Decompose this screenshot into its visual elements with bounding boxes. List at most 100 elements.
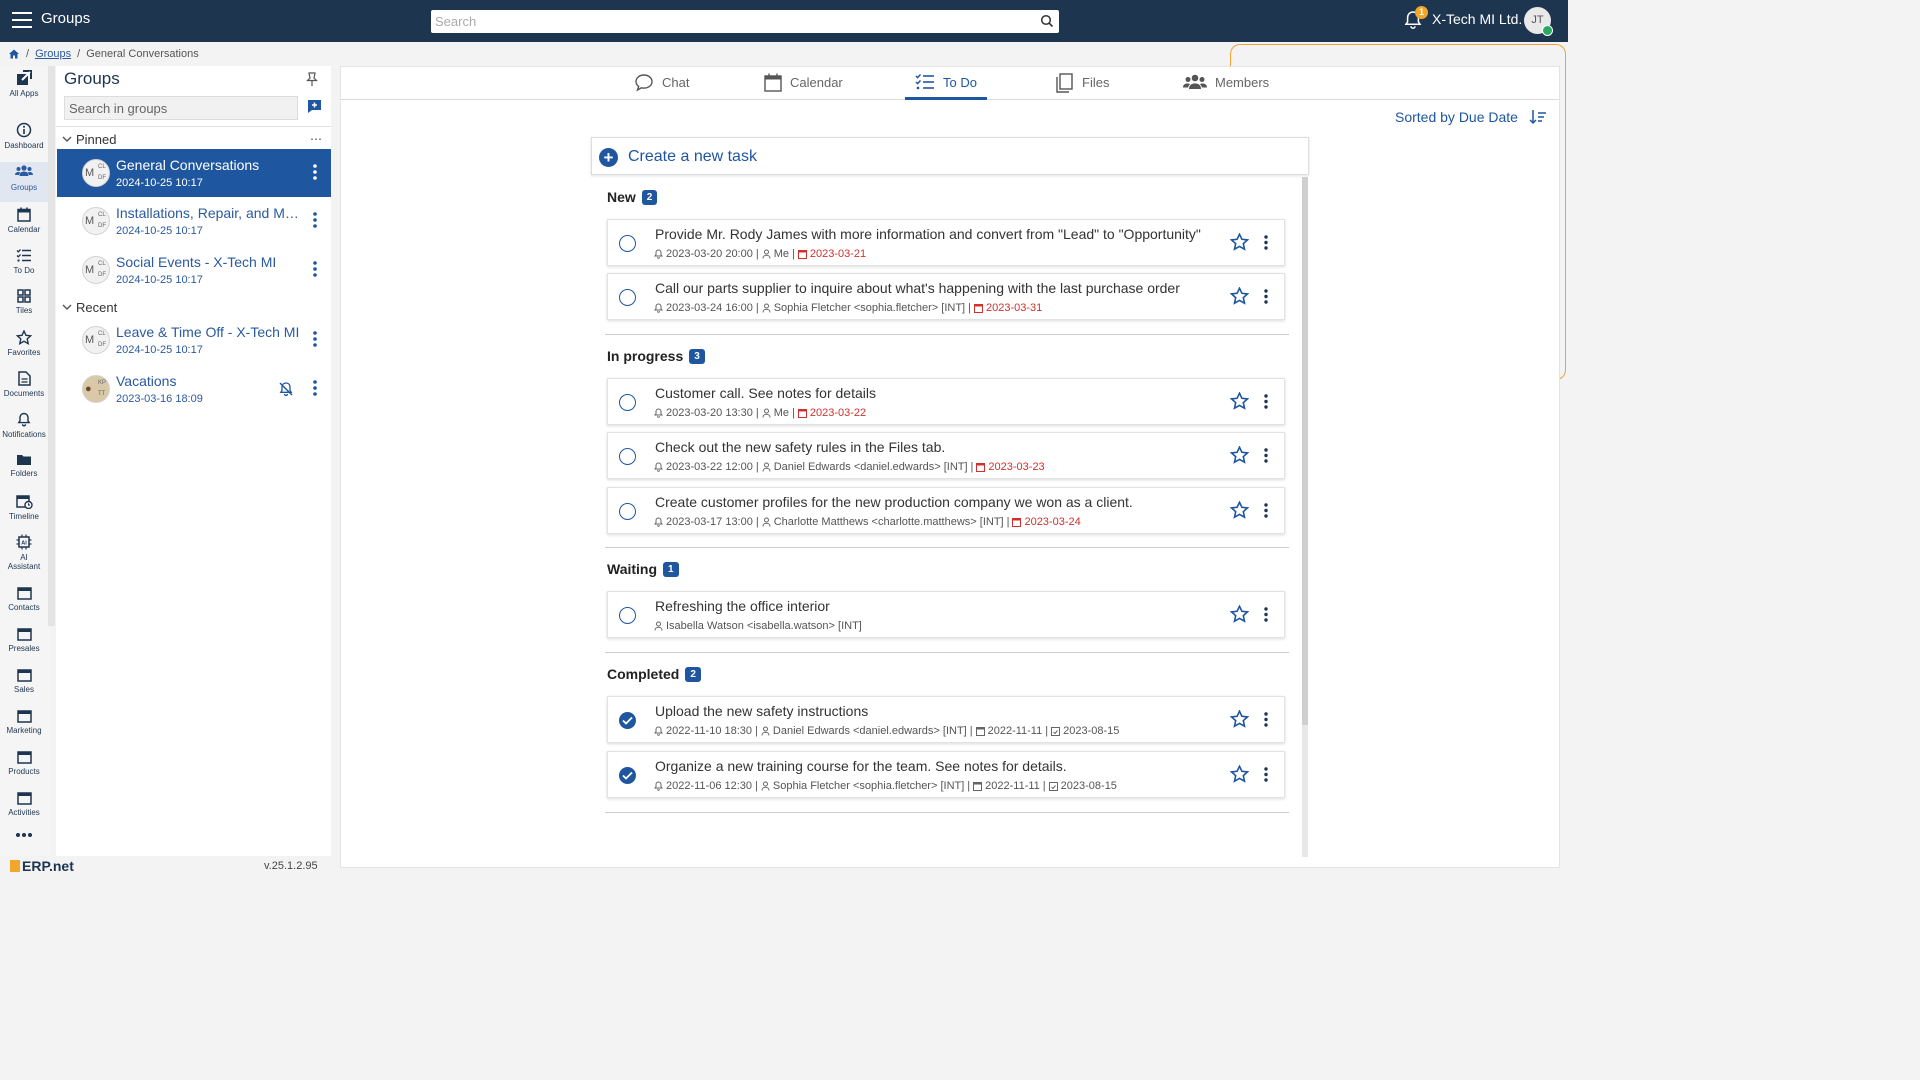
kebab-menu-icon[interactable] <box>1264 235 1268 250</box>
tab-calendar[interactable]: Calendar <box>754 73 853 100</box>
task-card[interactable]: Organize a new training course for the t… <box>607 751 1285 798</box>
rail-item-contacts[interactable]: Contacts <box>0 587 48 627</box>
menu-icon[interactable] <box>12 12 32 28</box>
task-card[interactable]: Customer call. See notes for details 202… <box>607 378 1285 425</box>
person-icon <box>762 249 771 259</box>
group-avatar: M CL DF <box>82 159 110 187</box>
rail-item-documents[interactable]: Documents <box>0 371 48 411</box>
global-search-input[interactable] <box>431 10 1021 33</box>
pinned-more-button[interactable]: ⋯ <box>310 132 322 146</box>
rail-item-timeline[interactable]: Timeline <box>0 494 48 534</box>
pin-icon[interactable] <box>306 72 318 87</box>
task-complete-checkbox[interactable] <box>619 607 636 624</box>
create-task-button[interactable]: + Create a new task <box>591 137 1309 175</box>
star-icon[interactable] <box>1230 501 1249 519</box>
tab-files[interactable]: Files <box>1046 73 1119 100</box>
members-icon <box>1183 74 1207 89</box>
kebab-menu-icon[interactable] <box>313 164 317 180</box>
rail-item-marketing[interactable]: Marketing <box>0 710 48 750</box>
count-badge: 3 <box>689 348 705 364</box>
new-chat-icon[interactable] <box>307 99 322 114</box>
kebab-menu-icon[interactable] <box>313 261 317 277</box>
todo-icon <box>915 73 934 90</box>
rail-item-notifications[interactable]: Notifications <box>0 412 48 452</box>
task-complete-checkbox[interactable] <box>619 503 636 520</box>
group-item-social-events[interactable]: M CL DF Social Events - X-Tech MI 2024-10-… <box>57 246 331 294</box>
reminder-bell-icon <box>654 781 663 791</box>
scrollbar-thumb[interactable] <box>1302 177 1308 725</box>
rail-item-calendar[interactable]: Calendar <box>0 207 48 247</box>
breadcrumb-groups[interactable]: Groups <box>35 48 71 60</box>
sort-direction-icon[interactable] <box>1529 109 1547 125</box>
task-complete-checkbox[interactable] <box>619 448 636 465</box>
tab-chat[interactable]: Chat <box>624 73 699 100</box>
task-card[interactable]: Check out the new safety rules in the Fi… <box>607 432 1285 479</box>
task-list-scrollbar[interactable] <box>1302 177 1308 857</box>
rail-item-all-apps[interactable]: All Apps <box>0 70 48 110</box>
home-icon[interactable] <box>8 48 20 60</box>
check-icon <box>622 716 633 725</box>
tab-members[interactable]: Members <box>1173 73 1279 100</box>
tab-todo[interactable]: To Do <box>905 73 987 100</box>
star-icon[interactable] <box>1230 287 1249 305</box>
rail-item-folders[interactable]: Folders <box>0 453 48 493</box>
task-meta: 2023-03-17 13:00 | Charlotte Matthews <ch… <box>654 516 1081 528</box>
star-icon[interactable] <box>1230 233 1249 251</box>
kebab-menu-icon[interactable] <box>313 212 317 228</box>
kebab-menu-icon[interactable] <box>1264 394 1268 409</box>
task-meta: 2023-03-20 20:00 | Me | 2023-03-21 <box>654 248 866 260</box>
kebab-menu-icon[interactable] <box>1264 607 1268 622</box>
star-icon[interactable] <box>1230 765 1249 783</box>
task-completed-checkbox[interactable] <box>619 767 636 784</box>
erp-logo: ERP.net <box>10 858 74 874</box>
task-card[interactable]: Provide Mr. Rody James with more informa… <box>607 219 1285 266</box>
star-icon[interactable] <box>1230 605 1249 623</box>
rail-item-ai-assistant[interactable]: AI AI Assistant <box>0 534 48 578</box>
rail-item-todo[interactable]: To Do <box>0 248 48 288</box>
rail-item-products[interactable]: Products <box>0 751 48 791</box>
rail-item-activities[interactable]: Activities <box>0 792 48 832</box>
group-item-vacations[interactable]: ● KP TT Vacations 2023-03-16 18:09 <box>57 365 331 413</box>
star-icon[interactable] <box>1230 710 1249 728</box>
rail-item-favorites[interactable]: Favorites <box>0 330 48 370</box>
rail-item-sales[interactable]: Sales <box>0 669 48 709</box>
kebab-menu-icon[interactable] <box>1264 289 1268 304</box>
kebab-menu-icon[interactable] <box>1264 767 1268 782</box>
star-icon[interactable] <box>1230 392 1249 410</box>
bell-icon <box>17 412 31 427</box>
kebab-menu-icon[interactable] <box>1264 712 1268 727</box>
kebab-menu-icon[interactable] <box>1264 503 1268 518</box>
rail-item-presales[interactable]: Presales <box>0 628 48 668</box>
section-divider <box>605 334 1289 335</box>
task-card[interactable]: Call our parts supplier to inquire about… <box>607 273 1285 320</box>
group-item-installations[interactable]: MCLDF Installations, Repair, and Mainten… <box>57 197 331 245</box>
kebab-menu-icon[interactable] <box>313 331 317 347</box>
kebab-menu-icon[interactable] <box>1264 448 1268 463</box>
task-complete-checkbox[interactable] <box>619 394 636 411</box>
pinned-section-toggle[interactable]: Pinned <box>62 132 116 147</box>
recent-section-toggle[interactable]: Recent <box>62 300 117 315</box>
document-icon <box>17 371 31 386</box>
mute-notifications-icon[interactable] <box>278 381 294 397</box>
rail-item-tiles[interactable]: Tiles <box>0 289 48 329</box>
company-name[interactable]: X-Tech MI Ltd. <box>1432 11 1522 27</box>
star-icon[interactable] <box>1230 446 1249 464</box>
rail-item-dashboard[interactable]: Dashboard <box>0 122 48 162</box>
group-item-leave-time-off[interactable]: M CL DF Leave & Time Off - X-Tech MI 2024-… <box>57 316 331 364</box>
search-icon[interactable] <box>1040 14 1054 28</box>
global-search[interactable] <box>431 10 1059 33</box>
rail-scrollbar[interactable] <box>48 66 55 626</box>
groups-search-input[interactable] <box>64 96 298 120</box>
rail-more-button[interactable] <box>0 832 48 848</box>
task-completed-checkbox[interactable] <box>619 712 636 729</box>
group-item-general-conversations[interactable]: M CL DF General Conversations 2024-10-25 1… <box>57 149 331 197</box>
task-card[interactable]: Refreshing the office interior Isabella … <box>607 591 1285 638</box>
task-card[interactable]: Upload the new safety instructions 2022-… <box>607 696 1285 743</box>
task-card[interactable]: Create customer profiles for the new pro… <box>607 487 1285 534</box>
sort-label[interactable]: Sorted by Due Date <box>1395 109 1518 125</box>
completed-date-icon <box>1048 782 1058 791</box>
task-complete-checkbox[interactable] <box>619 235 636 252</box>
task-complete-checkbox[interactable] <box>619 289 636 306</box>
kebab-menu-icon[interactable] <box>313 380 317 396</box>
rail-item-groups[interactable]: Groups <box>0 162 48 202</box>
